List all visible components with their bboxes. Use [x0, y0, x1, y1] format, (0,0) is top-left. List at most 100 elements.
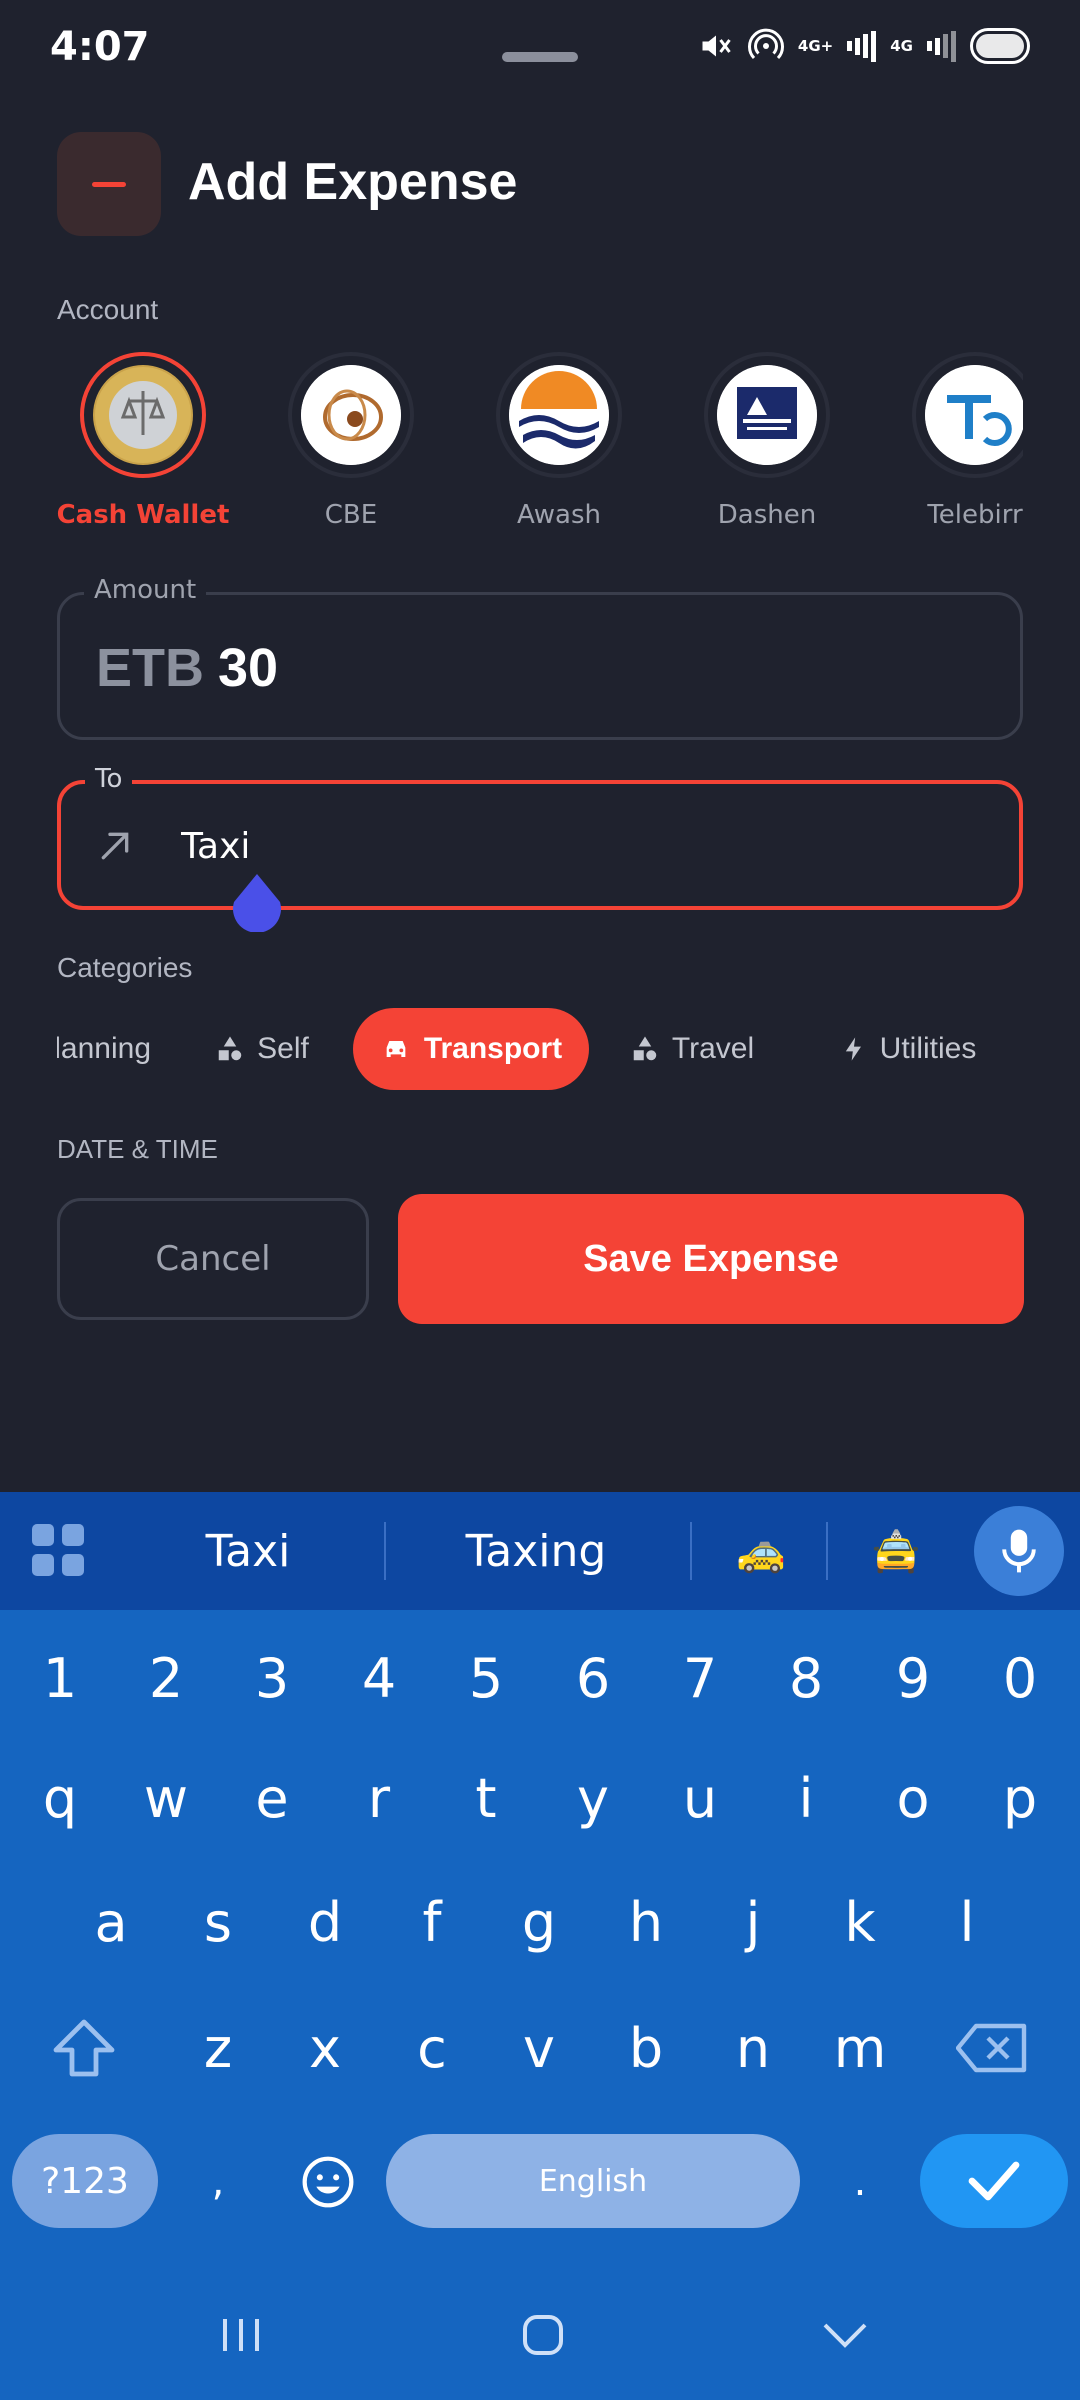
awash-logo-icon: [509, 365, 609, 465]
backspace-key[interactable]: [942, 1998, 1042, 2098]
back-button[interactable]: [800, 2300, 890, 2370]
amount-field[interactable]: Amount ETB 30: [57, 575, 1023, 740]
suggestion-divider: [384, 1522, 386, 1580]
key-h[interactable]: h: [598, 1872, 694, 1972]
save-expense-button[interactable]: Save Expense: [398, 1194, 1024, 1324]
arrow-up-right-icon: [101, 832, 129, 860]
shift-key[interactable]: [34, 1998, 134, 2098]
key-x[interactable]: x: [277, 1998, 373, 2098]
period-key[interactable]: .: [812, 2132, 908, 2232]
category-chip-transport[interactable]: Transport: [353, 1008, 589, 1090]
backspace-icon: [956, 2023, 1027, 2073]
key-o[interactable]: o: [865, 1748, 961, 1848]
car-icon: [386, 1041, 406, 1057]
symbols-key[interactable]: ?123: [12, 2134, 158, 2228]
recent-apps-button[interactable]: [196, 2300, 286, 2370]
account-label: Account: [57, 294, 159, 325]
suggestion-1[interactable]: Taxi: [130, 1512, 366, 1590]
key-d[interactable]: d: [277, 1872, 373, 1972]
home-button[interactable]: [498, 2300, 588, 2370]
account-cash-wallet[interactable]: Cash Wallet: [57, 352, 233, 530]
system-nav-bar: [0, 2270, 1080, 2400]
payee-field[interactable]: To: [57, 764, 1023, 910]
expense-minus-icon: [57, 132, 161, 236]
chevron-down-icon: [823, 2323, 867, 2348]
app-screen: 4:07 4G+ 4G Add Expense Account Cash Wal…: [0, 0, 1080, 1492]
account-dashen[interactable]: Dashen: [677, 352, 857, 530]
key-v[interactable]: v: [491, 1998, 587, 2098]
currency-label: ETB: [96, 638, 204, 698]
suggestion-taxi-emoji[interactable]: 🚕: [702, 1512, 820, 1590]
key-9[interactable]: 9: [865, 1628, 961, 1728]
key-n[interactable]: n: [705, 1998, 801, 2098]
apps-grid-icon[interactable]: [32, 1524, 84, 1576]
key-z[interactable]: z: [170, 1998, 266, 2098]
payee-input[interactable]: [181, 816, 981, 876]
key-2[interactable]: 2: [118, 1628, 214, 1728]
hotspot-icon: [747, 26, 784, 66]
key-t[interactable]: t: [438, 1748, 534, 1848]
suggestion-2[interactable]: Taxing: [400, 1512, 672, 1590]
space-key[interactable]: English: [386, 2134, 800, 2228]
date-time-label: DATE & TIME: [57, 1134, 218, 1164]
account-telebirr[interactable]: Telebirr: [885, 352, 1023, 530]
key-r[interactable]: r: [331, 1748, 427, 1848]
category-chip-travel[interactable]: Travel: [617, 1008, 767, 1090]
category-chip-planning[interactable]: Planning: [57, 1008, 151, 1090]
enter-key[interactable]: [920, 2134, 1068, 2228]
key-g[interactable]: g: [491, 1872, 587, 1972]
mute-icon: [698, 26, 734, 66]
network-4g-plus-icon: 4G+: [797, 37, 834, 55]
key-5[interactable]: 5: [438, 1628, 534, 1728]
battery-icon: [970, 28, 1030, 64]
key-4[interactable]: 4: [331, 1628, 427, 1728]
payee-label: To: [85, 764, 133, 794]
key-b[interactable]: b: [598, 1998, 694, 2098]
key-6[interactable]: 6: [545, 1628, 641, 1728]
comma-key[interactable]: ,: [170, 2132, 266, 2232]
home-icon: [523, 2315, 563, 2355]
key-0[interactable]: 0: [972, 1628, 1068, 1728]
key-u[interactable]: u: [652, 1748, 748, 1848]
microphone-button[interactable]: [974, 1506, 1064, 1596]
key-q[interactable]: q: [12, 1748, 108, 1848]
key-c[interactable]: c: [384, 1998, 480, 2098]
category-chip-utilities[interactable]: Utilities: [823, 1008, 993, 1090]
key-s[interactable]: s: [170, 1872, 266, 1972]
suggestion-oncoming-taxi-emoji[interactable]: 🚖: [836, 1512, 956, 1590]
account-name: Telebirr: [927, 500, 1023, 530]
key-y[interactable]: y: [545, 1748, 641, 1848]
account-awash[interactable]: Awash: [469, 352, 649, 530]
cancel-button[interactable]: Cancel: [57, 1198, 369, 1320]
status-time: 4:07: [50, 24, 150, 70]
emoji-key[interactable]: [280, 2132, 376, 2232]
dashen-logo-icon: [717, 365, 817, 465]
key-i[interactable]: i: [758, 1748, 854, 1848]
key-k[interactable]: k: [812, 1872, 908, 1972]
account-selector: Cash Wallet CBE Awash Dashen Telebirr: [57, 352, 1023, 532]
key-e[interactable]: e: [224, 1748, 320, 1848]
suggestion-divider: [690, 1522, 692, 1580]
category-chip-self[interactable]: Self: [197, 1008, 327, 1090]
smiley-icon: [302, 2156, 354, 2208]
key-p[interactable]: p: [972, 1748, 1068, 1848]
key-m[interactable]: m: [812, 1998, 908, 2098]
shapes-icon: [633, 1036, 657, 1061]
key-l[interactable]: l: [919, 1872, 1015, 1972]
notch-pill: [502, 52, 578, 62]
account-cbe[interactable]: CBE: [261, 352, 441, 530]
signal-icon: [847, 26, 877, 66]
key-8[interactable]: 8: [758, 1628, 854, 1728]
key-1[interactable]: 1: [12, 1628, 108, 1728]
text-cursor-handle[interactable]: [230, 872, 284, 932]
checkmark-icon: [968, 2161, 1020, 2201]
key-a[interactable]: a: [63, 1872, 159, 1972]
key-j[interactable]: j: [705, 1872, 801, 1972]
suggestion-bar: Taxi Taxing 🚕 🚖: [0, 1492, 1080, 1610]
amount-value: 30: [218, 638, 279, 698]
key-f[interactable]: f: [384, 1872, 480, 1972]
key-3[interactable]: 3: [224, 1628, 320, 1728]
shift-icon: [53, 2019, 115, 2077]
key-w[interactable]: w: [118, 1748, 214, 1848]
key-7[interactable]: 7: [652, 1628, 748, 1728]
